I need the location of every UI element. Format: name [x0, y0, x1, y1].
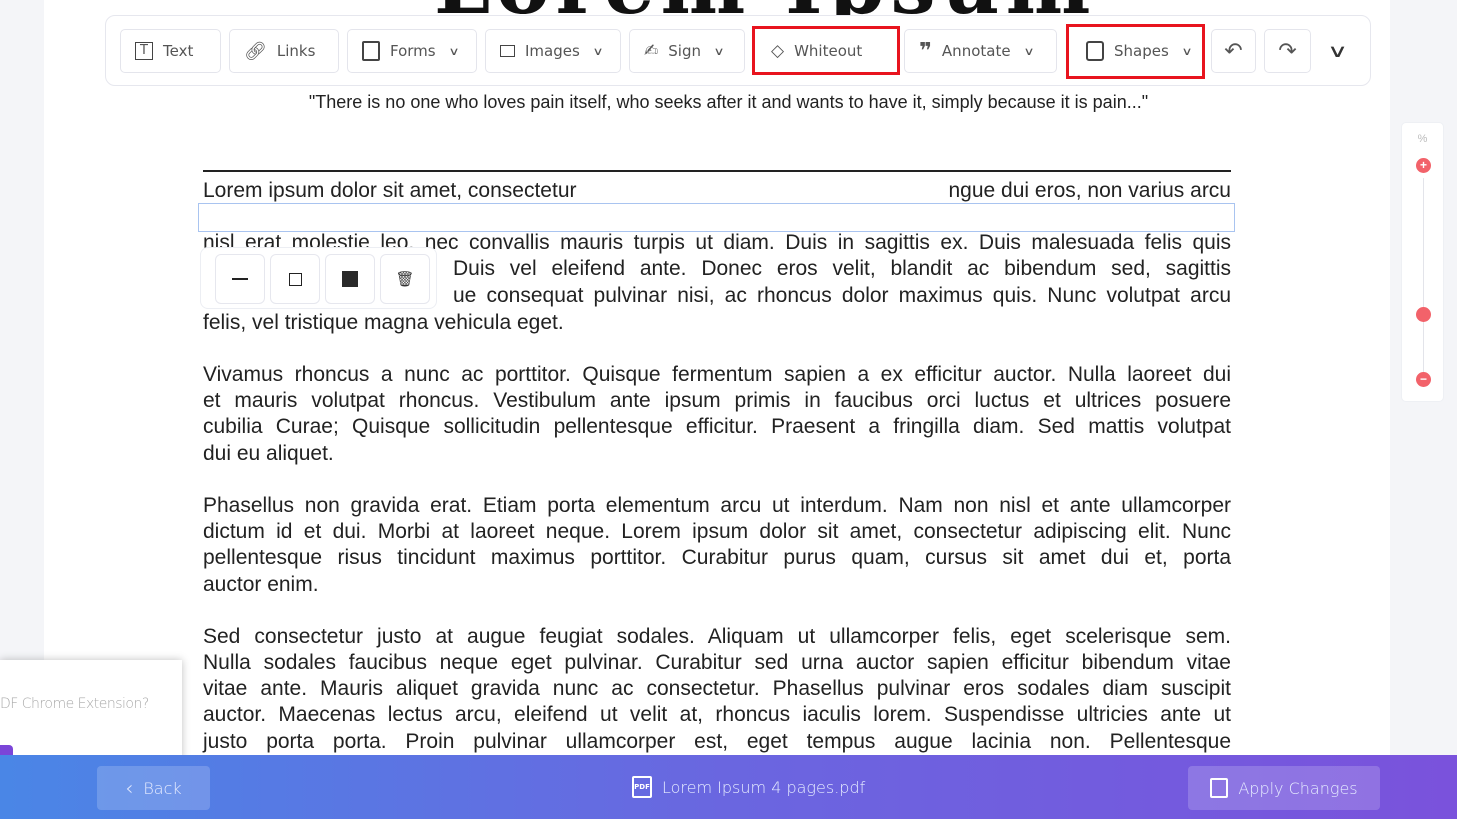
bottom-bar: ‹ Back PDF Lorem Ipsum 4 pages.pdf Apply … — [0, 755, 1457, 819]
extension-promo: DF Chrome Extension? — [0, 660, 182, 760]
back-label: Back — [143, 778, 182, 798]
text-line: Lorem ipsum dolor sit amet, consectetur — [203, 179, 577, 202]
shapes-highlight — [1066, 24, 1205, 79]
links-tool-button[interactable]: 🔗︎ Links — [229, 29, 339, 73]
undo-button[interactable]: ↶ — [1211, 29, 1256, 73]
images-label: Images — [525, 42, 580, 60]
forms-tool-button[interactable]: Forms ∨ — [347, 29, 477, 73]
square-filled-icon — [342, 271, 358, 287]
document-quote: "There is no one who loves pain itself, … — [308, 92, 1149, 112]
annotate-tool-button[interactable]: ❞ Annotate ∨ — [904, 29, 1057, 73]
text-tool-button[interactable]: T Text — [120, 29, 221, 73]
chevron-left-icon: ‹ — [125, 776, 134, 800]
line-shape-button[interactable] — [215, 254, 265, 304]
zoom-slider-thumb[interactable] — [1416, 306, 1431, 322]
images-tool-button[interactable]: Images ∨ — [485, 29, 621, 73]
zoom-slider-track[interactable] — [1423, 178, 1424, 373]
whiteout-selection-box[interactable] — [198, 203, 1235, 232]
trash-icon: 🗑︎ — [395, 271, 415, 288]
shape-options-popup: 🗑︎ — [200, 247, 437, 309]
text-line: auctor enim. — [203, 573, 319, 596]
text-line: Duis vel eleifend ante. Donec eros velit… — [453, 257, 1231, 280]
promo-text: DF Chrome Extension? — [0, 696, 149, 712]
text-label: Text — [163, 42, 194, 60]
delete-shape-button[interactable]: 🗑︎ — [380, 254, 430, 304]
chevron-down-icon: ∨ — [1327, 40, 1349, 62]
text-line: dui eu aliquet. — [203, 442, 334, 465]
form-icon — [362, 41, 380, 61]
forms-label: Forms — [390, 42, 436, 60]
text-line: pellentesque risus tincidunt maximus por… — [203, 546, 1231, 569]
filled-rect-button[interactable] — [325, 254, 375, 304]
redo-icon: ↷ — [1278, 38, 1297, 64]
sign-tool-button[interactable]: ✍︎ Sign ∨ — [629, 29, 745, 73]
text-line: et mauris volutpat rhoncus. Vestibulum a… — [203, 389, 1231, 412]
chevron-down-icon: ∨ — [1022, 44, 1035, 58]
line-icon — [232, 278, 248, 280]
back-button[interactable]: ‹ Back — [97, 766, 210, 810]
links-label: Links — [276, 42, 316, 60]
text-line: ue consequat pulvinar nisi, ac rhoncus d… — [453, 284, 1231, 307]
outline-rect-button[interactable] — [270, 254, 320, 304]
text-line: Sed consectetur justo at augue feugiat s… — [203, 625, 1231, 648]
text-line: ngue dui eros, non varius arcu — [948, 179, 1231, 202]
text-line: auctor. Maecenas lectus arcu, eleifend u… — [203, 703, 1231, 726]
text-line: dictum id et dui. Morbi at laoreet neque… — [203, 520, 1231, 543]
text-line: cubilia Curae; Quisque sollicitudin pell… — [203, 415, 1231, 438]
sign-label: Sign — [668, 42, 701, 60]
whiteout-highlight — [752, 26, 900, 75]
apply-changes-button[interactable]: Apply Changes — [1188, 766, 1380, 810]
save-icon — [1210, 778, 1229, 798]
text-line: Vivamus rhoncus a nunc ac porttitor. Qui… — [203, 363, 1231, 386]
undo-icon: ↶ — [1224, 38, 1243, 64]
file-name: PDF Lorem Ipsum 4 pages.pdf — [632, 776, 865, 798]
text-line: Nulla sodales faucibus neque eget pulvin… — [203, 651, 1231, 674]
chevron-down-icon: ∨ — [713, 44, 725, 58]
text-box-icon: T — [135, 42, 153, 60]
divider — [203, 170, 1231, 172]
image-icon — [500, 45, 515, 57]
square-outline-icon — [288, 272, 302, 286]
signature-icon: ✍︎ — [644, 41, 659, 61]
text-line: felis, vel tristique magna vehicula eget… — [203, 311, 564, 334]
quote-icon: ❞ — [919, 38, 932, 64]
whiteout-area — [636, 176, 906, 203]
text-line: justo porta porta. Proin pulvinar ullamc… — [203, 730, 1231, 753]
zoom-out-icon[interactable]: − — [1416, 372, 1431, 387]
text-line: vitae ante. Mauris aliquet gravida nunc … — [203, 677, 1231, 700]
apply-label: Apply Changes — [1238, 778, 1358, 798]
redo-button[interactable]: ↷ — [1264, 29, 1311, 73]
chevron-down-icon: ∨ — [447, 44, 460, 58]
zoom-panel: % + − — [1401, 122, 1444, 402]
link-icon: 🔗︎ — [244, 40, 267, 62]
file-name-label: Lorem Ipsum 4 pages.pdf — [662, 777, 866, 797]
chevron-down-icon: ∨ — [592, 44, 604, 58]
annotate-label: Annotate — [941, 42, 1011, 60]
text-line: Phasellus non gravida erat. Etiam porta … — [203, 494, 1231, 517]
pdf-file-icon: PDF — [632, 776, 652, 798]
zoom-label: % — [1417, 133, 1428, 145]
zoom-in-icon[interactable]: + — [1416, 158, 1431, 173]
more-tools-button[interactable]: ∨ — [1318, 29, 1358, 73]
